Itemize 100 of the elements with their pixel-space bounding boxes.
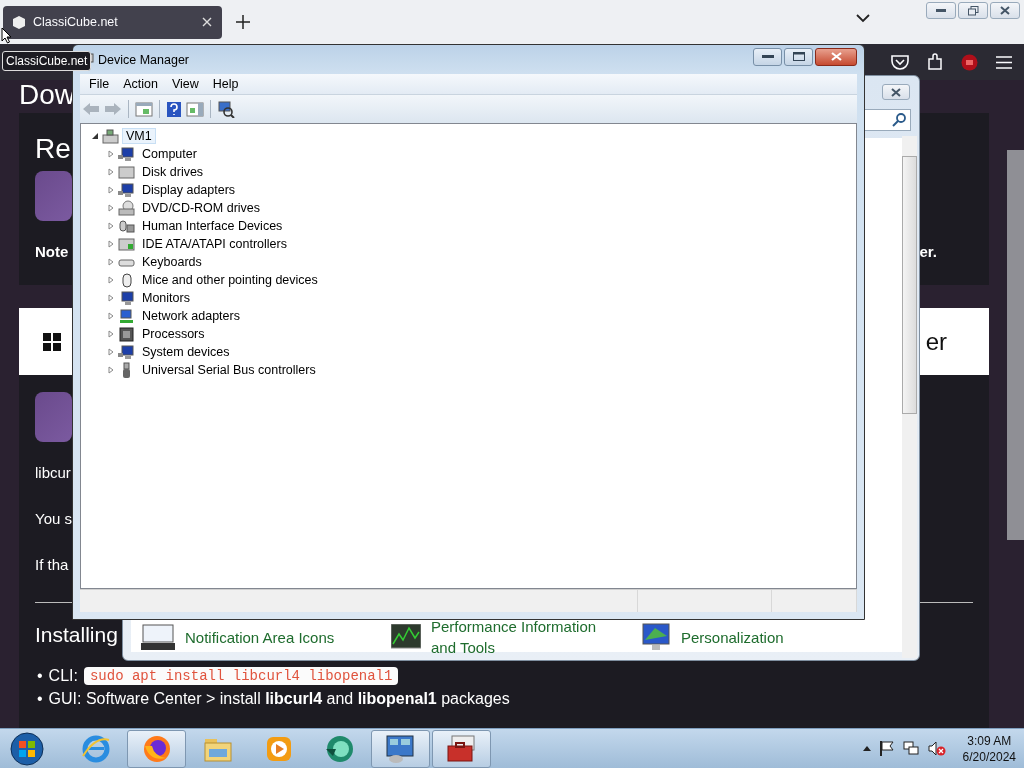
collapsed-arrow-icon[interactable] — [107, 348, 115, 356]
control-panel-icon[interactable] — [384, 733, 417, 764]
link-button[interactable] — [35, 171, 72, 221]
collapsed-arrow-icon[interactable] — [107, 150, 115, 158]
tree-item[interactable]: IDE ATA/ATAPI controllers — [138, 237, 291, 251]
collapsed-arrow-icon[interactable] — [107, 186, 115, 194]
list-label: CLI: — [48, 667, 78, 685]
tree-item[interactable]: Disk drives — [138, 165, 208, 179]
computer-icon — [118, 145, 135, 163]
paragraph: If tha — [35, 556, 69, 575]
maximize-icon — [792, 52, 805, 61]
taskbar-icon — [141, 623, 175, 651]
collapsed-arrow-icon[interactable] — [107, 204, 115, 212]
windows-icon — [43, 332, 61, 351]
tree-item[interactable]: Computer — [138, 147, 201, 161]
tree-item[interactable]: Universal Serial Bus controllers — [138, 363, 320, 377]
network-icon[interactable] — [902, 741, 919, 756]
monitor-icon — [118, 289, 135, 307]
close-button[interactable] — [990, 2, 1020, 19]
processor-icon — [118, 325, 135, 343]
tree-item[interactable]: Display adapters — [138, 183, 240, 197]
tree-item[interactable]: Processors — [138, 327, 209, 341]
scan-hardware-icon[interactable] — [217, 100, 235, 118]
display-adapter-icon — [118, 181, 135, 199]
section-heading: Installing — [35, 623, 118, 647]
card-title: er — [925, 327, 947, 356]
control-panel-link[interactable]: Notification Area Icons — [185, 626, 375, 648]
restore-button[interactable] — [958, 2, 988, 19]
close-icon — [1000, 6, 1010, 15]
tree-item[interactable]: Human Interface Devices — [138, 219, 287, 233]
help-icon[interactable] — [166, 100, 182, 118]
link-button[interactable] — [35, 392, 72, 442]
collapsed-arrow-icon[interactable] — [107, 240, 115, 248]
section-heading: Re — [35, 133, 71, 165]
tree-item[interactable]: DVD/CD-ROM drives — [138, 201, 265, 215]
close-button[interactable] — [815, 47, 857, 66]
chevron-down-icon[interactable] — [856, 14, 870, 23]
note-text: Note — [35, 243, 69, 260]
control-panel-link[interactable]: Performance Information and Tools — [431, 616, 621, 658]
display-icon — [641, 622, 671, 652]
menu-icon[interactable] — [996, 55, 1012, 69]
pocket-icon[interactable] — [891, 54, 909, 70]
taskbar-button[interactable] — [127, 729, 186, 768]
tree-item[interactable]: Monitors — [138, 291, 194, 305]
menu-item[interactable]: Action — [117, 76, 164, 92]
restore-icon — [967, 5, 979, 16]
new-tab-icon[interactable] — [236, 15, 250, 29]
taskbar-button[interactable] — [371, 729, 430, 768]
computer-icon — [102, 127, 119, 145]
system-icon — [118, 343, 135, 361]
minimize-icon — [761, 55, 774, 58]
tree-item[interactable]: Keyboards — [138, 255, 206, 269]
tree-item[interactable]: System devices — [138, 345, 234, 359]
paragraph: libcur — [35, 464, 71, 483]
close-icon — [891, 87, 901, 97]
collapsed-arrow-icon[interactable] — [107, 330, 115, 338]
minimize-button[interactable] — [753, 47, 782, 66]
tree-item[interactable]: Network adapters — [138, 309, 244, 323]
collapsed-arrow-icon[interactable] — [107, 366, 115, 374]
maximize-button[interactable] — [784, 47, 813, 66]
taskbar-button[interactable] — [432, 729, 491, 768]
clock[interactable]: 3:09 AM 6/20/2024 — [962, 732, 1016, 765]
menu-item[interactable]: File — [83, 76, 116, 92]
bullet: • — [37, 690, 43, 708]
media-player-icon[interactable] — [264, 734, 293, 763]
code-snippet: sudo apt install libcurl4 libopenal1 — [83, 667, 399, 685]
expanded-arrow-icon[interactable] — [91, 132, 99, 140]
toolbox-icon[interactable] — [445, 733, 478, 764]
tree-item[interactable]: VM1 — [122, 128, 156, 144]
search-icon — [892, 113, 906, 127]
collapsed-arrow-icon[interactable] — [107, 312, 115, 320]
paragraph: You s — [35, 510, 72, 529]
list-item-text: GUI: Software Center > install libcurl4 and libopenal1 packages — [48, 690, 510, 708]
network-icon — [118, 307, 135, 325]
minimize-button[interactable] — [926, 2, 956, 19]
mouse-cursor-icon — [1, 27, 12, 44]
browser-tab[interactable]: ClassiCube.net — [3, 5, 222, 39]
collapsed-arrow-icon[interactable] — [107, 168, 115, 176]
close-icon[interactable] — [202, 17, 212, 27]
up-arrow-icon[interactable] — [862, 746, 871, 751]
collapsed-arrow-icon[interactable] — [107, 294, 115, 302]
input-device-icon — [118, 217, 135, 235]
collapsed-arrow-icon[interactable] — [107, 276, 115, 284]
disk-drive-icon — [118, 163, 135, 181]
close-icon — [830, 52, 842, 61]
controller-icon — [118, 235, 135, 253]
menu-item[interactable]: View — [165, 76, 205, 92]
menu-item[interactable]: Help — [206, 76, 245, 92]
muted-speaker-icon[interactable] — [927, 741, 946, 756]
collapsed-arrow-icon[interactable] — [107, 222, 115, 230]
collapsed-arrow-icon[interactable] — [107, 258, 115, 266]
close-button[interactable] — [882, 84, 910, 100]
scrollbar[interactable] — [902, 136, 917, 658]
minimize-icon — [936, 9, 946, 12]
tree-item[interactable]: Mice and other pointing devices — [138, 273, 322, 287]
bullet: • — [37, 667, 43, 685]
firefox-icon[interactable] — [141, 733, 172, 764]
control-panel-link[interactable]: Personalization — [681, 626, 871, 648]
flag-icon[interactable] — [879, 741, 894, 756]
start-button[interactable] — [10, 731, 44, 766]
